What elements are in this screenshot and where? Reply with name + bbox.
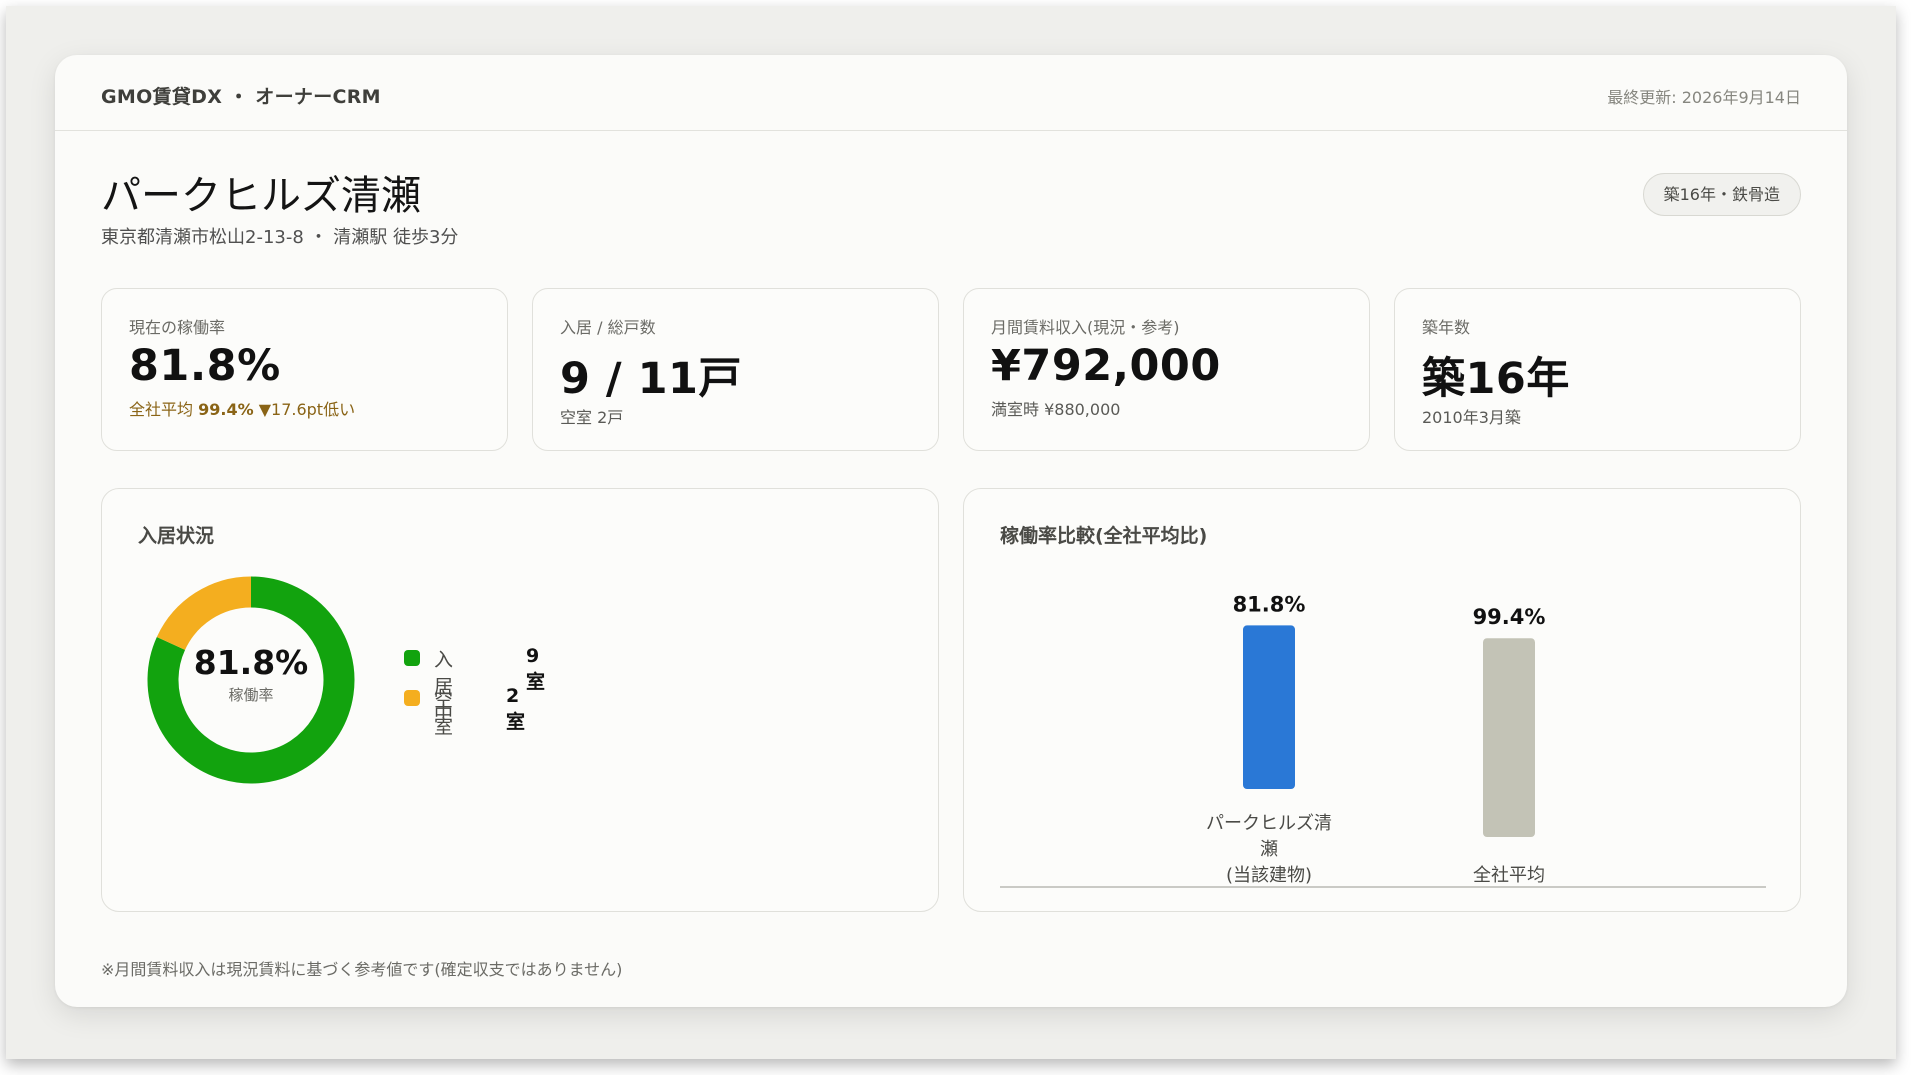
kpi-sub: 満室時 ¥880,000 bbox=[991, 400, 1121, 419]
kpi-occupancy-card: 現在の稼働率 81.8% 全社平均 99.4% ▼17.6pt低い bbox=[101, 288, 508, 451]
dashboard-card: GMO賃貸DX ・ オーナーCRM 最終更新: 2026年9月14日 パークヒル… bbox=[55, 55, 1847, 1007]
bar-0 bbox=[1243, 625, 1295, 789]
bar-value-label-1: 99.4% bbox=[1473, 605, 1546, 629]
bar-1 bbox=[1483, 638, 1535, 837]
property-title: パークヒルズ清瀬 bbox=[101, 173, 421, 219]
brand-label: GMO賃貸DX ・ オーナーCRM bbox=[101, 86, 381, 108]
kpi-comparison-average: 99.4% bbox=[198, 400, 254, 419]
panel-title: 入居状況 bbox=[138, 525, 215, 547]
kpi-value: 築16年 bbox=[1422, 354, 1570, 404]
kpi-label: 現在の稼働率 bbox=[129, 318, 226, 337]
bar-category-label-0: パークヒルズ清 bbox=[1206, 813, 1332, 834]
kpi-income-card: 月間賃料収入(現況・参考) ¥792,000 満室時 ¥880,000 bbox=[963, 288, 1370, 451]
kpi-sub: 空室 2戸 bbox=[560, 408, 624, 427]
occupancy-donut: 81.8% 稼働率 bbox=[146, 575, 356, 785]
donut-value: 81.8% bbox=[193, 643, 309, 682]
screen: GMO賃貸DX ・ オーナーCRM 最終更新: 2026年9月14日 パークヒル… bbox=[6, 6, 1896, 1059]
top-bar: GMO賃貸DX ・ オーナーCRM 最終更新: 2026年9月14日 bbox=[55, 55, 1847, 131]
kpi-sub: 2010年3月築 bbox=[1422, 408, 1521, 427]
kpi-units-card: 入居 / 総戸数 9 / 11戸 空室 2戸 bbox=[532, 288, 939, 451]
building-badge: 築16年・鉄骨造 bbox=[1642, 173, 1801, 216]
kpi-value: 9 / 11戸 bbox=[560, 354, 742, 404]
kpi-value: ¥792,000 bbox=[991, 341, 1221, 391]
bar-category-label-0: (当該建物) bbox=[1226, 865, 1312, 886]
donut-center: 81.8% 稼働率 bbox=[146, 643, 356, 705]
kpi-label: 入居 / 総戸数 bbox=[560, 318, 656, 337]
bar-value-label-0: 81.8% bbox=[1233, 592, 1306, 616]
bar-category-label-0: 瀬 bbox=[1260, 839, 1278, 860]
kpi-label: 月間賃料収入(現況・参考) bbox=[991, 318, 1180, 337]
kpi-age-card: 築年数 築16年 2010年3月築 bbox=[1394, 288, 1801, 451]
kpi-comparison-diff: ▼17.6pt低い bbox=[258, 400, 356, 419]
legend-count: 9室 bbox=[526, 645, 546, 693]
occupancy-panel: 入居状況 81.8% 稼働率 入居中 9室 空室 2室 bbox=[101, 488, 939, 912]
kpi-comparison-prefix: 全社平均 bbox=[129, 400, 194, 419]
comparison-panel: 稼働率比較(全社平均比) 81.8% パークヒルズ清瀬 (当該建物) 99.4% 全社平… bbox=[963, 488, 1801, 912]
last-updated: 最終更新: 2026年9月14日 bbox=[1607, 88, 1801, 107]
kpi-value: 81.8% bbox=[129, 341, 281, 391]
donut-slice-1 bbox=[156, 576, 252, 651]
property-address: 東京都清瀬市松山2-13-8 ・ 清瀬駅 徒歩3分 bbox=[101, 227, 459, 248]
bar-chart: 81.8% パークヒルズ清瀬 (当該建物) 99.4% 全社平均 bbox=[1000, 592, 1766, 888]
bar-category-label-1: 全社平均 bbox=[1473, 865, 1545, 886]
legend-swatch bbox=[404, 690, 420, 706]
legend-swatch bbox=[404, 650, 420, 666]
kpi-comparison: 全社平均 99.4% ▼17.6pt低い bbox=[129, 396, 355, 420]
footnote: ※月間賃料収入は現況賃料に基づく参考値です(確定収支ではありません) bbox=[101, 960, 623, 979]
legend-label: 空室 bbox=[434, 689, 454, 738]
legend-count: 2室 bbox=[506, 685, 526, 733]
kpi-label: 築年数 bbox=[1422, 318, 1471, 337]
donut-caption: 稼働率 bbox=[228, 686, 274, 704]
